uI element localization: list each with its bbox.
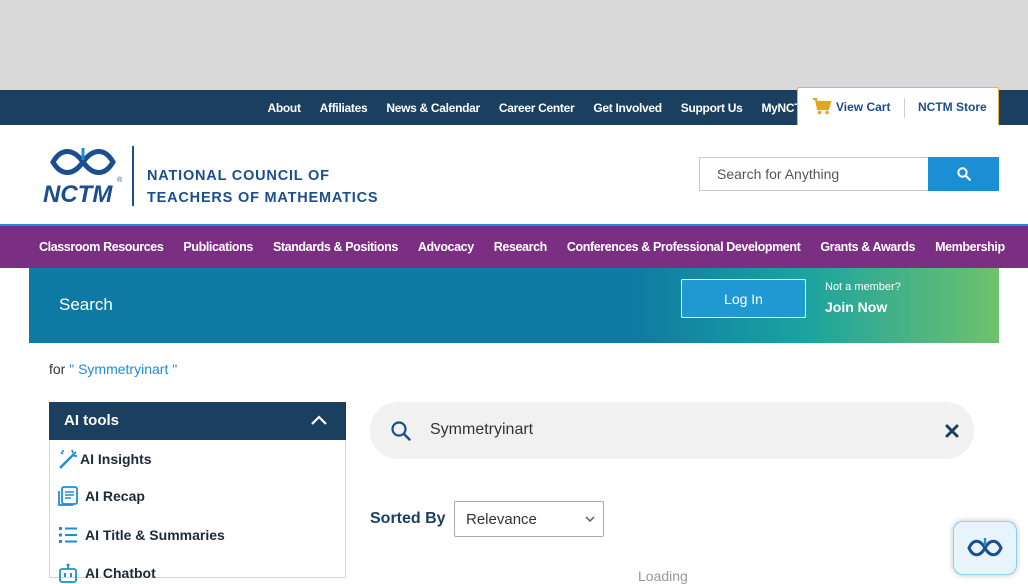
ad-banner-area [0,0,1028,90]
util-link-career-center[interactable]: Career Center [499,101,575,115]
chat-launcher-button[interactable] [953,521,1017,575]
main-nav: Classroom Resources Publications Standar… [0,226,1028,268]
chevron-up-icon[interactable] [310,414,328,426]
magic-wand-icon [59,449,77,469]
close-icon[interactable] [945,424,959,438]
view-cart-link[interactable]: View Cart [836,100,890,114]
svg-text:®: ® [117,176,123,184]
nav-standards-positions[interactable]: Standards & Positions [273,240,398,254]
nav-publications[interactable]: Publications [183,240,253,254]
document-stack-icon [58,486,78,506]
ai-tool-recap[interactable]: AI Recap [57,485,145,507]
logo-abbrev: NCTM [43,181,113,208]
org-name-line2: TEACHERS OF MATHEMATICS [147,190,379,206]
nctm-chat-icon [967,538,1003,557]
util-link-affiliates[interactable]: Affiliates [320,101,368,115]
robot-icon [59,563,77,583]
not-member-text: Not a member? [825,281,901,293]
ai-tool-insights[interactable]: AI Insights [57,448,152,470]
util-link-get-involved[interactable]: Get Involved [593,101,662,115]
nctm-store-link[interactable]: NCTM Store [918,100,987,114]
search-icon [956,167,971,181]
cart-divider [904,98,905,118]
nav-grants-awards[interactable]: Grants & Awards [820,240,915,254]
cart-store-box: View Cart NCTM Store [797,87,999,128]
loading-text: Loading [638,568,688,584]
org-name-line1: NATIONAL COUNCIL OF [147,168,330,184]
ai-tool-label: AI Chatbot [85,565,156,581]
ai-tool-label: AI Insights [80,451,152,467]
util-link-news-calendar[interactable]: News & Calendar [386,101,480,115]
sorted-by-label: Sorted By [370,510,446,527]
sort-value: Relevance [466,510,537,528]
ai-tool-chatbot[interactable]: AI Chatbot [57,562,156,584]
numbered-list-icon [59,527,77,543]
ai-tools-header[interactable]: AI tools [49,402,346,440]
chevron-down-icon [585,516,595,522]
nav-classroom-resources[interactable]: Classroom Resources [39,240,164,254]
login-button[interactable]: Log In [681,279,806,318]
nav-advocacy[interactable]: Advocacy [418,240,474,254]
ai-tool-title-summaries[interactable]: AI Title & Summaries [57,524,225,546]
for-prefix: for [49,361,66,377]
util-link-about[interactable]: About [268,101,301,115]
nav-conferences[interactable]: Conferences & Professional Development [567,240,801,254]
ai-tools-title: AI tools [64,412,119,429]
ai-tool-label: AI Recap [85,488,145,504]
ai-tool-label: AI Title & Summaries [85,527,225,543]
page-title: Search [59,295,113,314]
site-search-button[interactable] [928,157,999,191]
search-query-summary: for " Symmetryinart " [49,361,177,377]
query-text: " Symmetryinart " [69,361,178,377]
nav-research[interactable]: Research [494,240,547,254]
search-banner: Search Log In Not a member? Join Now [29,268,999,343]
nav-membership[interactable]: Membership [935,240,1005,254]
search-icon [391,421,411,441]
logo-divider [132,146,134,206]
results-search-value[interactable]: Symmetryinart [430,421,533,439]
util-link-support-us[interactable]: Support Us [681,101,743,115]
results-search-field[interactable]: Symmetryinart [370,402,974,459]
site-search-input[interactable]: Search for Anything [699,157,929,191]
join-now-link[interactable]: Join Now [825,299,887,315]
shopping-cart-icon[interactable] [812,97,832,115]
sort-select[interactable]: Relevance [454,501,604,537]
